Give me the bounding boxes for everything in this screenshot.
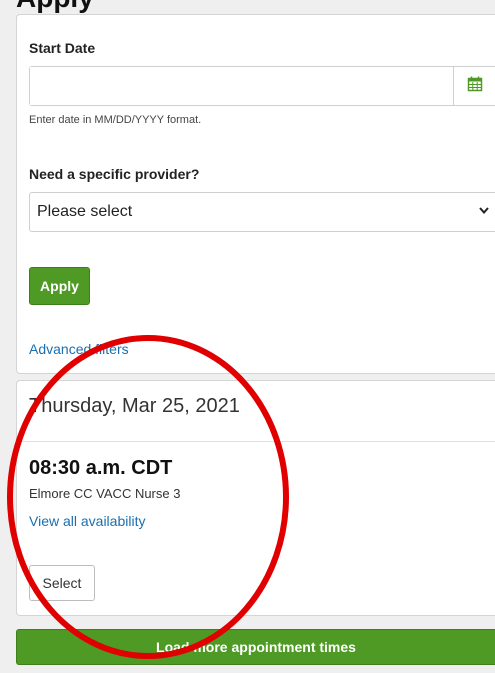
appointment-slot-card: Thursday, Mar 25, 2021 08:30 a.m. CDT El…	[16, 380, 495, 616]
advanced-filters-link[interactable]: Advanced filters	[29, 341, 129, 357]
provider-select[interactable]: Please select	[29, 192, 495, 232]
filter-panel: Start Date Enter date in MM/DD/YYYY form…	[16, 14, 495, 374]
slot-divider	[17, 441, 495, 442]
provider-label: Need a specific provider?	[29, 166, 200, 182]
view-all-availability-link[interactable]: View all availability	[29, 513, 145, 529]
load-more-button[interactable]: Load more appointment times	[16, 629, 495, 665]
slot-provider: Elmore CC VACC Nurse 3	[29, 486, 181, 501]
chevron-down-icon	[478, 203, 490, 221]
start-date-field	[29, 66, 495, 106]
provider-select-value: Please select	[37, 203, 133, 220]
page-heading: Apply	[16, 0, 94, 14]
date-format-hint: Enter date in MM/DD/YYYY format.	[29, 114, 202, 126]
start-date-label: Start Date	[29, 40, 96, 56]
start-date-input[interactable]	[30, 67, 453, 105]
slot-time: 08:30 a.m. CDT	[29, 457, 173, 479]
calendar-button[interactable]	[453, 67, 495, 105]
calendar-icon	[467, 76, 483, 97]
slot-date-heading: Thursday, Mar 25, 2021	[29, 395, 240, 417]
select-slot-button[interactable]: Select	[29, 565, 95, 601]
apply-button[interactable]: Apply	[29, 267, 90, 305]
